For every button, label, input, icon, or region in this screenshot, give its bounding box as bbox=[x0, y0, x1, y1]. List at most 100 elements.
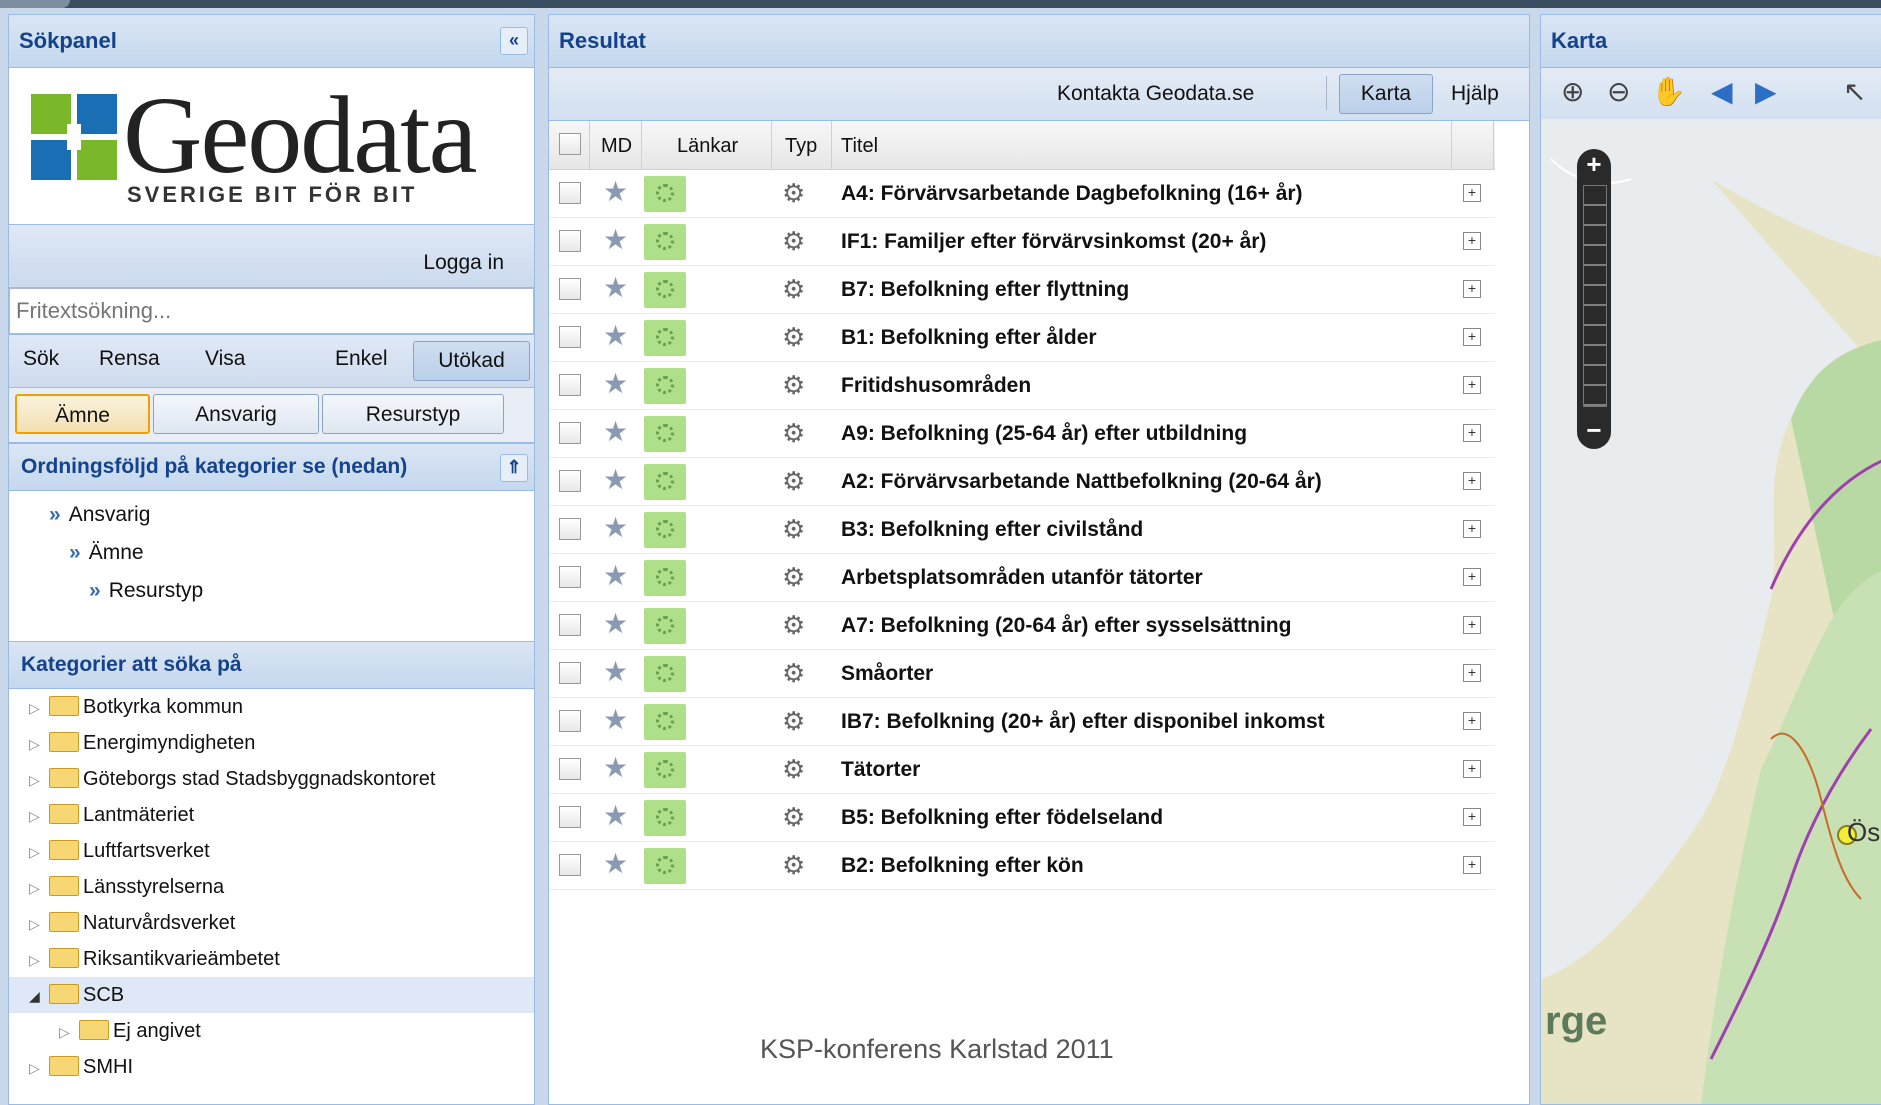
table-row[interactable]: ★ ⚙ Fritidshusområden + bbox=[549, 362, 1495, 410]
collapse-panel-button[interactable]: « bbox=[500, 27, 528, 55]
order-item[interactable]: » Ansvarig bbox=[49, 503, 150, 527]
tree-item[interactable]: ▷ Naturvårdsverket bbox=[9, 905, 534, 941]
add-link-icon[interactable] bbox=[644, 704, 686, 740]
row-title[interactable]: Arbetsplatsområden utanför tätorter bbox=[841, 566, 1203, 590]
expand-plus-icon[interactable]: + bbox=[1463, 760, 1481, 778]
select-all-checkbox[interactable] bbox=[559, 133, 581, 155]
column-md[interactable]: MD bbox=[601, 135, 632, 158]
add-link-icon[interactable] bbox=[644, 272, 686, 308]
add-link-icon[interactable] bbox=[644, 800, 686, 836]
tab-subject[interactable]: Ämne bbox=[15, 394, 150, 434]
table-row[interactable]: ★ ⚙ A9: Befolkning (25-64 år) efter utbild… bbox=[549, 410, 1495, 458]
row-title[interactable]: A2: Förvärvsarbetande Nattbefolkning (20… bbox=[841, 470, 1322, 494]
expand-plus-icon[interactable]: + bbox=[1463, 712, 1481, 730]
column-title[interactable]: Titel bbox=[841, 135, 878, 158]
table-row[interactable]: ★ ⚙ B7: Befolkning efter flyttning + bbox=[549, 266, 1495, 314]
star-icon[interactable]: ★ bbox=[603, 754, 628, 782]
tree-item-selected[interactable]: ◢ SCB bbox=[9, 977, 534, 1013]
add-link-icon[interactable] bbox=[644, 608, 686, 644]
row-title[interactable]: IF1: Familjer efter förvärvsinkomst (20+… bbox=[841, 230, 1266, 254]
tree-item[interactable]: ▷ Länsstyrelserna bbox=[9, 869, 534, 905]
collapse-triangle-icon[interactable]: ◢ bbox=[29, 978, 43, 1014]
star-icon[interactable]: ★ bbox=[603, 274, 628, 302]
row-checkbox[interactable] bbox=[559, 230, 581, 252]
row-checkbox[interactable] bbox=[559, 518, 581, 540]
add-link-icon[interactable] bbox=[644, 464, 686, 500]
expand-triangle-icon[interactable]: ▷ bbox=[59, 1014, 73, 1050]
star-icon[interactable]: ★ bbox=[603, 610, 628, 638]
expand-plus-icon[interactable]: + bbox=[1463, 424, 1481, 442]
row-checkbox[interactable] bbox=[559, 422, 581, 444]
row-checkbox[interactable] bbox=[559, 278, 581, 300]
row-title[interactable]: B3: Befolkning efter civilstånd bbox=[841, 518, 1143, 542]
table-row[interactable]: ★ ⚙ IB7: Befolkning (20+ år) efter disponi… bbox=[549, 698, 1495, 746]
tree-item[interactable]: ▷ Botkyrka kommun bbox=[9, 689, 534, 725]
clear-button[interactable]: Rensa bbox=[99, 347, 160, 371]
order-item[interactable]: » Resurstyp bbox=[89, 579, 203, 603]
row-title[interactable]: Tätorter bbox=[841, 758, 920, 782]
star-icon[interactable]: ★ bbox=[603, 850, 628, 878]
table-row[interactable]: ★ ⚙ A4: Förvärvsarbetande Dagbefolkning (1… bbox=[549, 170, 1495, 218]
column-type[interactable]: Typ bbox=[785, 135, 817, 158]
zoom-out-icon[interactable]: ⊖ bbox=[1607, 78, 1630, 106]
row-title[interactable]: B1: Befolkning efter ålder bbox=[841, 326, 1097, 350]
expand-triangle-icon[interactable]: ▷ bbox=[29, 762, 43, 798]
star-icon[interactable]: ★ bbox=[603, 226, 628, 254]
add-link-icon[interactable] bbox=[644, 416, 686, 452]
tree-item[interactable]: ▷ Riksantikvarieämbetet bbox=[9, 941, 534, 977]
add-link-icon[interactable] bbox=[644, 176, 686, 212]
tree-item[interactable]: ▷ Luftfartsverket bbox=[9, 833, 534, 869]
add-link-icon[interactable] bbox=[644, 512, 686, 548]
row-title[interactable]: B5: Befolkning efter födelseland bbox=[841, 806, 1163, 830]
row-title[interactable]: Småorter bbox=[841, 662, 933, 686]
tree-item[interactable]: ▷ Ej angivet bbox=[9, 1013, 534, 1049]
star-icon[interactable]: ★ bbox=[603, 418, 628, 446]
row-title[interactable]: A7: Befolkning (20-64 år) efter sysselsä… bbox=[841, 614, 1291, 638]
star-icon[interactable]: ★ bbox=[603, 562, 628, 590]
row-checkbox[interactable] bbox=[559, 710, 581, 732]
expand-plus-icon[interactable]: + bbox=[1463, 616, 1481, 634]
table-row[interactable]: ★ ⚙ A7: Befolkning (20-64 år) efter syssel… bbox=[549, 602, 1495, 650]
table-row[interactable]: ★ ⚙ Arbetsplatsområden utanför tätorter + bbox=[549, 554, 1495, 602]
table-row[interactable]: ★ ⚙ Tätorter + bbox=[549, 746, 1495, 794]
table-row[interactable]: ★ ⚙ B3: Befolkning efter civilstånd + bbox=[549, 506, 1495, 554]
expand-triangle-icon[interactable]: ▷ bbox=[29, 906, 43, 942]
expand-plus-icon[interactable]: + bbox=[1463, 184, 1481, 202]
zoom-scale[interactable] bbox=[1583, 185, 1607, 407]
star-icon[interactable]: ★ bbox=[603, 322, 628, 350]
table-row[interactable]: ★ ⚙ IF1: Familjer efter förvärvsinkomst (2… bbox=[549, 218, 1495, 266]
star-icon[interactable]: ★ bbox=[603, 370, 628, 398]
map-canvas[interactable]: + − Ös rge bbox=[1541, 119, 1881, 1104]
star-icon[interactable]: ★ bbox=[603, 706, 628, 734]
expand-plus-icon[interactable]: + bbox=[1463, 328, 1481, 346]
show-button[interactable]: Visa bbox=[205, 347, 245, 371]
expand-triangle-icon[interactable]: ▷ bbox=[29, 834, 43, 870]
tree-item[interactable]: ▷ SMHI bbox=[9, 1049, 534, 1085]
table-row[interactable]: ★ ⚙ B1: Befolkning efter ålder + bbox=[549, 314, 1495, 362]
star-icon[interactable]: ★ bbox=[603, 802, 628, 830]
add-link-icon[interactable] bbox=[644, 224, 686, 260]
row-checkbox[interactable] bbox=[559, 182, 581, 204]
row-title[interactable]: IB7: Befolkning (20+ år) efter disponibe… bbox=[841, 710, 1325, 734]
tab-resource-type[interactable]: Resurstyp bbox=[322, 394, 504, 434]
row-title[interactable]: B2: Befolkning efter kön bbox=[841, 854, 1084, 878]
extended-mode-button[interactable]: Utökad bbox=[413, 341, 530, 381]
add-link-icon[interactable] bbox=[644, 656, 686, 692]
table-row[interactable]: ★ ⚙ A2: Förvärvsarbetande Nattbefolkning (… bbox=[549, 458, 1495, 506]
tree-item[interactable]: ▷ Energimyndigheten bbox=[9, 725, 534, 761]
expand-triangle-icon[interactable]: ▷ bbox=[29, 870, 43, 906]
table-row[interactable]: ★ ⚙ B5: Befolkning efter födelseland + bbox=[549, 794, 1495, 842]
add-link-icon[interactable] bbox=[644, 368, 686, 404]
forward-icon[interactable]: ▶ bbox=[1755, 78, 1777, 106]
row-title[interactable]: A9: Befolkning (25-64 år) efter utbildni… bbox=[841, 422, 1247, 446]
add-link-icon[interactable] bbox=[644, 752, 686, 788]
simple-mode-button[interactable]: Enkel bbox=[335, 347, 388, 371]
expand-plus-icon[interactable]: + bbox=[1463, 520, 1481, 538]
expand-triangle-icon[interactable]: ▷ bbox=[29, 690, 43, 726]
tab-responsible[interactable]: Ansvarig bbox=[153, 394, 319, 434]
zoom-in-plus-icon[interactable]: + bbox=[1577, 149, 1611, 183]
row-checkbox[interactable] bbox=[559, 662, 581, 684]
expand-triangle-icon[interactable]: ▷ bbox=[29, 726, 43, 762]
expand-plus-icon[interactable]: + bbox=[1463, 280, 1481, 298]
expand-plus-icon[interactable]: + bbox=[1463, 568, 1481, 586]
